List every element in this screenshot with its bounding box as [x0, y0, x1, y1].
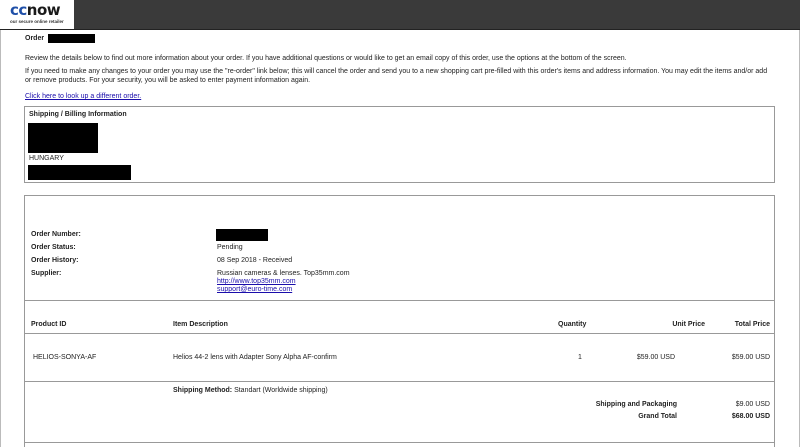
quantity-cell: 1: [578, 354, 582, 361]
shipping-method: Shipping Method: Standart (Worldwide shi…: [173, 387, 328, 394]
divider: [25, 300, 774, 301]
col-header-product-id: Product ID: [31, 321, 67, 328]
divider: [25, 442, 774, 443]
shipping-packaging-value: $9.00 USD: [735, 401, 770, 408]
divider: [25, 381, 774, 382]
redacted-contact: [28, 165, 131, 180]
logo-wordmark: ccnow: [10, 1, 61, 19]
order-details-box: Order Number: Order Status: Pending Orde…: [24, 195, 775, 447]
shipping-method-label: Shipping Method:: [173, 387, 233, 394]
reorder-paragraph: If you need to make any changes to your …: [25, 68, 768, 84]
redacted-order-number: [216, 229, 268, 241]
grand-total-label: Grand Total: [638, 413, 677, 420]
unit-price-cell: $59.00 USD: [636, 354, 675, 361]
supplier-label: Supplier:: [31, 270, 62, 277]
total-price-cell: $59.00 USD: [731, 354, 770, 361]
divider: [25, 333, 774, 334]
top-bar: ccnow our secure online retailer: [0, 0, 800, 30]
intro-paragraph: Review the details below to find out mor…: [25, 55, 627, 62]
grand-total-value: $68.00 USD: [731, 413, 770, 420]
ccnow-logo[interactable]: ccnow our secure online retailer: [0, 0, 74, 29]
order-heading: Order: [25, 35, 45, 42]
order-status-value: Pending: [217, 244, 243, 251]
country-text: HUNGARY: [29, 155, 64, 162]
shipping-billing-box: Shipping / Billing Information HUNGARY: [24, 106, 775, 183]
shipping-packaging-label: Shipping and Packaging: [595, 401, 677, 408]
col-header-description: Item Description: [173, 321, 228, 328]
col-header-total-price: Total Price: [734, 321, 770, 328]
logo-tagline: our secure online retailer: [10, 19, 64, 24]
col-header-quantity: Quantity: [558, 321, 587, 328]
supplier-url-link[interactable]: http://www.top35mm.com: [217, 278, 296, 285]
description-cell: Helios 44-2 lens with Adapter Sony Alpha…: [173, 354, 337, 361]
order-history-label: Order History:: [31, 257, 79, 264]
shipping-billing-title: Shipping / Billing Information: [29, 111, 127, 118]
redacted-order-id: [48, 34, 95, 43]
lookup-order-link[interactable]: Click here to look up a different order.: [25, 93, 141, 100]
redacted-name-address: [28, 123, 98, 153]
order-number-label: Order Number:: [31, 231, 81, 238]
product-id-cell: HELIOS-SONYA-AF: [33, 354, 97, 361]
order-history-value: 08 Sep 2018 - Received: [217, 257, 293, 264]
order-status-label: Order Status:: [31, 244, 76, 251]
shipping-method-value: Standart (Worldwide shipping): [234, 387, 328, 394]
supplier-name: Russian cameras & lenses. Top35mm.com: [217, 270, 350, 277]
supplier-email-link[interactable]: support@euro-time.com: [217, 286, 292, 293]
